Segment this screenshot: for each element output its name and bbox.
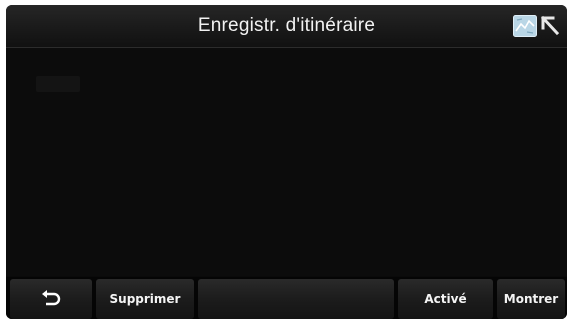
title-icons	[513, 12, 561, 40]
page-title: Enregistr. d'itinéraire	[197, 15, 376, 36]
show-button[interactable]: Montrer	[497, 279, 565, 319]
arrow-icon[interactable]	[539, 14, 561, 38]
back-button[interactable]	[10, 279, 92, 319]
empty-list-placeholder	[36, 76, 80, 92]
back-arrow-icon	[42, 290, 61, 306]
title-bar: Enregistr. d'itinéraire	[6, 5, 567, 48]
map-icon[interactable]	[513, 15, 537, 37]
bottom-toolbar: Supprimer Activé Montrer	[6, 277, 567, 319]
track-list-area	[6, 48, 567, 276]
active-button[interactable]: Activé	[398, 279, 493, 319]
screen: Enregistr. d'itinéraire Supprimer Activé…	[6, 5, 567, 319]
delete-button[interactable]: Supprimer	[96, 279, 194, 319]
blank-button[interactable]	[198, 279, 394, 319]
